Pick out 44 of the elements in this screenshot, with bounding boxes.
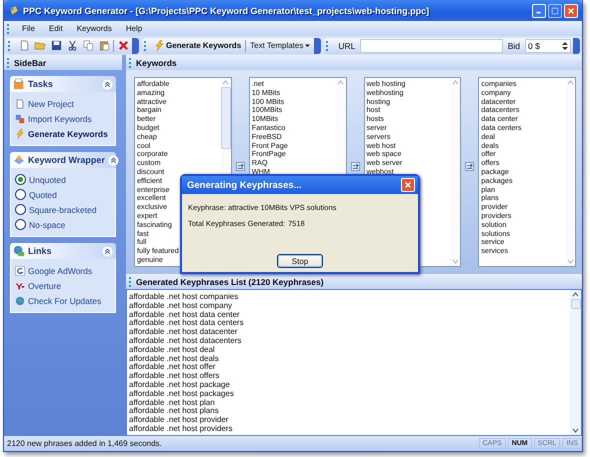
keyphrase-item: affordable .net host plan	[129, 398, 215, 407]
panel-header[interactable]: Keyword Wrapper	[10, 152, 116, 168]
radio-option[interactable]: Quoted	[15, 188, 111, 201]
keyphrase-item: affordable .net host providers	[129, 424, 234, 434]
keyphrase-item: affordable .net host offers	[129, 372, 220, 381]
sidebar-header: SideBar	[4, 55, 122, 70]
keyphrase-item: affordable .net host company	[129, 302, 232, 311]
radio-option[interactable]: No-space	[15, 218, 111, 231]
keyphrase-item: affordable .net host companies	[129, 293, 240, 302]
text-templates-dropdown[interactable]: Text Templates	[248, 38, 312, 52]
task-link[interactable]: Import Keywords	[28, 114, 92, 124]
generated-header: Generated Keyphrases List (2120 Keyphrases)	[126, 274, 582, 289]
status-message: 2120 new phrases added in 1,469 seconds.	[7, 439, 163, 448]
bid-spinner[interactable]: 0 $	[525, 38, 571, 52]
keyphrase-item: affordable .net host datacenters	[129, 336, 242, 346]
menu-item[interactable]: Keywords	[70, 22, 118, 35]
panel-header[interactable]: Links	[10, 243, 116, 259]
window-title: PPC Keyword Generator - [G:\Projects\PPC Keyword Generator\test_projects\web-hosting.ppc]	[23, 6, 430, 16]
keyphrase-item: affordable .net host deal	[129, 346, 216, 355]
radio-option[interactable]: Square-bracketed	[15, 203, 111, 216]
url-label: URL	[337, 40, 356, 50]
keyphrase-item: affordable .net host plans	[129, 407, 220, 416]
task-link[interactable]: New Project	[28, 98, 74, 108]
keyphrase-item: affordable .net host packages	[129, 390, 235, 399]
stop-button[interactable]: Stop	[277, 254, 323, 268]
bid-label: Bid	[506, 40, 521, 50]
link[interactable]: Google AdWords	[28, 266, 92, 276]
menu-item[interactable]: Help	[120, 22, 148, 35]
link[interactable]: Overture	[28, 280, 62, 290]
keywords-header: Keywords	[126, 55, 582, 70]
keyphrase-item: affordable .net host provider	[129, 416, 230, 425]
keyphrase-item: affordable .net host data centers	[129, 319, 245, 328]
radio-option[interactable]: Unquoted	[15, 173, 111, 186]
menu-item[interactable]: Edit	[42, 22, 69, 35]
task-link[interactable]: Generate Keywords	[28, 128, 108, 138]
panel-header[interactable]: Tasks	[10, 76, 116, 92]
keyphrase-item: affordable .net host datacenter	[129, 328, 238, 337]
menu-item[interactable]: File	[16, 22, 41, 35]
generate-keywords-button[interactable]: Generate Keywords	[153, 38, 244, 52]
keyphrase-item: affordable .net host package	[129, 380, 231, 390]
keyphrase-item: affordable .net host data center	[129, 310, 241, 319]
keyphrase-item: affordable .net host deals	[129, 354, 220, 363]
link[interactable]: Check For Updates	[28, 296, 102, 306]
keyphrase-item: affordable .net host offer	[129, 363, 216, 372]
